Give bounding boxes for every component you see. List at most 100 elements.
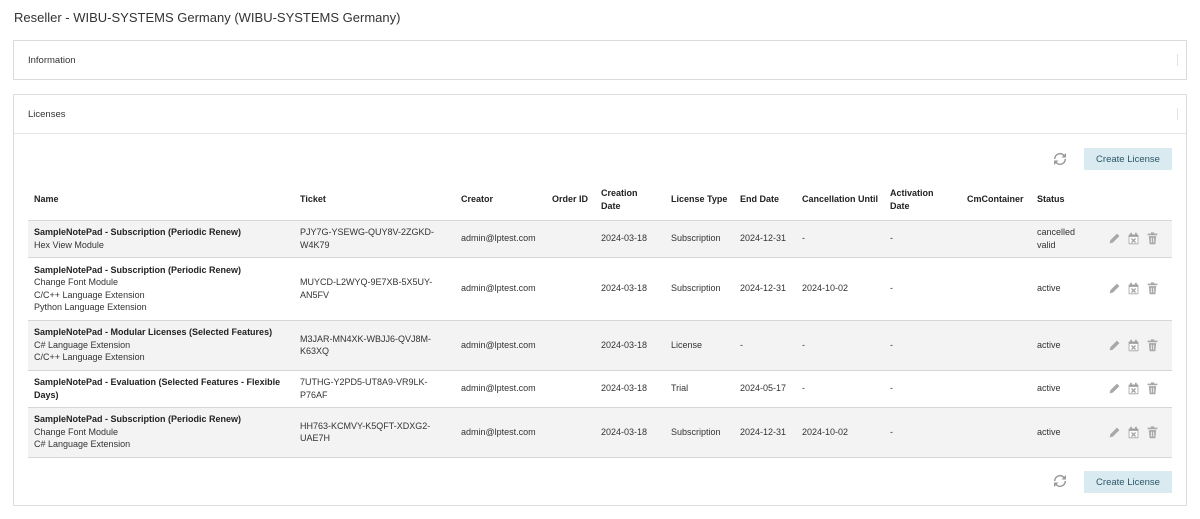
cell-activation-date: - xyxy=(890,233,893,244)
product-name: SampleNotePad - Evaluation (Selected Fea… xyxy=(34,377,281,400)
cell-creator: admin@lptest.com xyxy=(461,233,536,244)
column-header-ticket[interactable]: Ticket xyxy=(294,180,455,220)
information-panel-header[interactable]: Information xyxy=(14,41,1186,80)
product-name: SampleNotePad - Modular Licenses (Select… xyxy=(34,327,273,338)
cancel-calendar-icon[interactable] xyxy=(1127,339,1140,352)
cell-end-date: 2024-12-31 xyxy=(740,233,787,244)
column-header-license-type[interactable]: License Type xyxy=(665,180,734,220)
page-title: Reseller - WIBU-SYSTEMS Germany (WIBU-SY… xyxy=(14,10,401,25)
column-header-status[interactable]: Status xyxy=(1031,180,1096,220)
cell-cancellation-until: - xyxy=(802,233,805,244)
cell-cancellation-until: 2024-10-02 xyxy=(802,283,849,294)
cell-status: active xyxy=(1031,320,1096,370)
feature-name: C/C++ Language Extension xyxy=(34,289,145,300)
column-header-cmcontainer[interactable]: CmContainer xyxy=(961,180,1031,220)
collapse-handle xyxy=(1177,108,1178,120)
cell-actions xyxy=(1096,370,1172,407)
cell-status: cancelled valid xyxy=(1031,220,1096,257)
cell-name: SampleNotePad - Subscription (Periodic R… xyxy=(28,220,294,257)
create-license-button-top[interactable]: Create License xyxy=(1084,148,1172,170)
feature-name: Change Font Module xyxy=(34,426,119,437)
cell-activation-date: - xyxy=(890,383,893,394)
cancel-calendar-icon[interactable] xyxy=(1127,282,1140,295)
cell-ticket: HH763-KCMVY-K5QFT-XDXG2-UAE7H xyxy=(300,420,431,444)
cell-end-date: 2024-12-31 xyxy=(740,426,787,437)
column-header-order-id[interactable]: Order ID xyxy=(546,180,595,220)
cell-creation-date: 2024-03-18 xyxy=(601,426,648,437)
cell-name: SampleNotePad - Subscription (Periodic R… xyxy=(28,407,294,457)
cell-creation-date: 2024-03-18 xyxy=(601,233,648,244)
licenses-panel-header[interactable]: Licenses xyxy=(14,95,1186,134)
delete-icon[interactable] xyxy=(1146,338,1159,352)
edit-icon[interactable] xyxy=(1108,282,1121,295)
refresh-icon[interactable] xyxy=(1051,472,1069,490)
column-header-creator[interactable]: Creator xyxy=(455,180,546,220)
cell-end-date: 2024-05-17 xyxy=(740,383,787,394)
licenses-panel-title: Licenses xyxy=(28,109,66,120)
cell-cmcontainer xyxy=(961,407,1031,457)
cell-cmcontainer xyxy=(961,370,1031,407)
cell-status: active xyxy=(1031,370,1096,407)
delete-icon[interactable] xyxy=(1146,232,1159,245)
licenses-table: Name Ticket Creator Order ID Creation Da… xyxy=(28,180,1172,458)
cell-cancellation-until: 2024-10-02 xyxy=(802,426,849,437)
product-name: SampleNotePad - Subscription (Periodic R… xyxy=(34,264,242,275)
cell-status: active xyxy=(1031,257,1096,320)
cell-order-id xyxy=(546,407,595,457)
delete-icon[interactable] xyxy=(1146,425,1159,439)
table-row[interactable]: SampleNotePad - Subscription (Periodic R… xyxy=(28,407,1172,457)
table-row[interactable]: SampleNotePad - Subscription (Periodic R… xyxy=(28,257,1172,320)
cell-activation-date: - xyxy=(890,283,893,294)
column-header-cancellation-until[interactable]: Cancellation Until xyxy=(796,180,884,220)
feature-name: C# Language Extension xyxy=(34,439,131,450)
edit-icon[interactable] xyxy=(1108,339,1121,352)
cell-cmcontainer xyxy=(961,257,1031,320)
cell-order-id xyxy=(546,257,595,320)
cancel-calendar-icon[interactable] xyxy=(1127,232,1140,245)
feature-name: C/C++ Language Extension xyxy=(34,352,145,363)
cell-end-date: - xyxy=(740,339,743,350)
refresh-icon[interactable] xyxy=(1051,150,1069,168)
cell-creation-date: 2024-03-18 xyxy=(601,339,648,350)
status-text: valid xyxy=(1037,239,1056,250)
column-header-name[interactable]: Name xyxy=(28,180,294,220)
cell-order-id xyxy=(546,220,595,257)
column-header-activation-date[interactable]: Activation Date xyxy=(884,180,961,220)
create-license-button-bottom[interactable]: Create License xyxy=(1084,471,1172,493)
edit-icon[interactable] xyxy=(1108,426,1121,439)
cell-name: SampleNotePad - Subscription (Periodic R… xyxy=(28,257,294,320)
cell-license-type: Subscription xyxy=(671,283,721,294)
table-row[interactable]: SampleNotePad - Subscription (Periodic R… xyxy=(28,220,1172,257)
cell-creator: admin@lptest.com xyxy=(461,283,536,294)
cancel-calendar-icon[interactable] xyxy=(1127,426,1140,439)
cell-order-id xyxy=(546,320,595,370)
table-header-row: Name Ticket Creator Order ID Creation Da… xyxy=(28,180,1172,220)
cell-creation-date: 2024-03-18 xyxy=(601,383,648,394)
status-text: active xyxy=(1037,426,1061,437)
collapse-handle xyxy=(1177,54,1178,66)
cell-cancellation-until: - xyxy=(802,383,805,394)
cell-creator: admin@lptest.com xyxy=(461,339,536,350)
cell-cmcontainer xyxy=(961,320,1031,370)
status-text: active xyxy=(1037,339,1061,350)
delete-icon[interactable] xyxy=(1146,282,1159,295)
product-name: SampleNotePad - Subscription (Periodic R… xyxy=(34,414,242,425)
status-text: cancelled xyxy=(1037,227,1076,237)
cell-creator: admin@lptest.com xyxy=(461,383,536,394)
cell-ticket: 7UTHG-Y2PD5-UT8A9-VR9LK-P76AF xyxy=(300,377,428,400)
cell-order-id xyxy=(546,370,595,407)
cancel-calendar-icon[interactable] xyxy=(1127,382,1140,395)
table-row[interactable]: SampleNotePad - Evaluation (Selected Fea… xyxy=(28,370,1172,407)
cell-actions xyxy=(1096,220,1172,257)
cell-ticket: PJY7G-YSEWG-QUY8V-2ZGKD-W4K79 xyxy=(300,227,435,250)
column-header-end-date[interactable]: End Date xyxy=(734,180,796,220)
feature-name: Hex View Module xyxy=(34,239,104,250)
edit-icon[interactable] xyxy=(1108,232,1121,245)
cell-license-type: Subscription xyxy=(671,426,721,437)
product-name: SampleNotePad - Subscription (Periodic R… xyxy=(34,227,242,237)
edit-icon[interactable] xyxy=(1108,382,1121,395)
table-row[interactable]: SampleNotePad - Modular Licenses (Select… xyxy=(28,320,1172,370)
column-header-creation-date[interactable]: Creation Date xyxy=(595,180,665,220)
delete-icon[interactable] xyxy=(1146,382,1159,395)
cell-activation-date: - xyxy=(890,426,893,437)
